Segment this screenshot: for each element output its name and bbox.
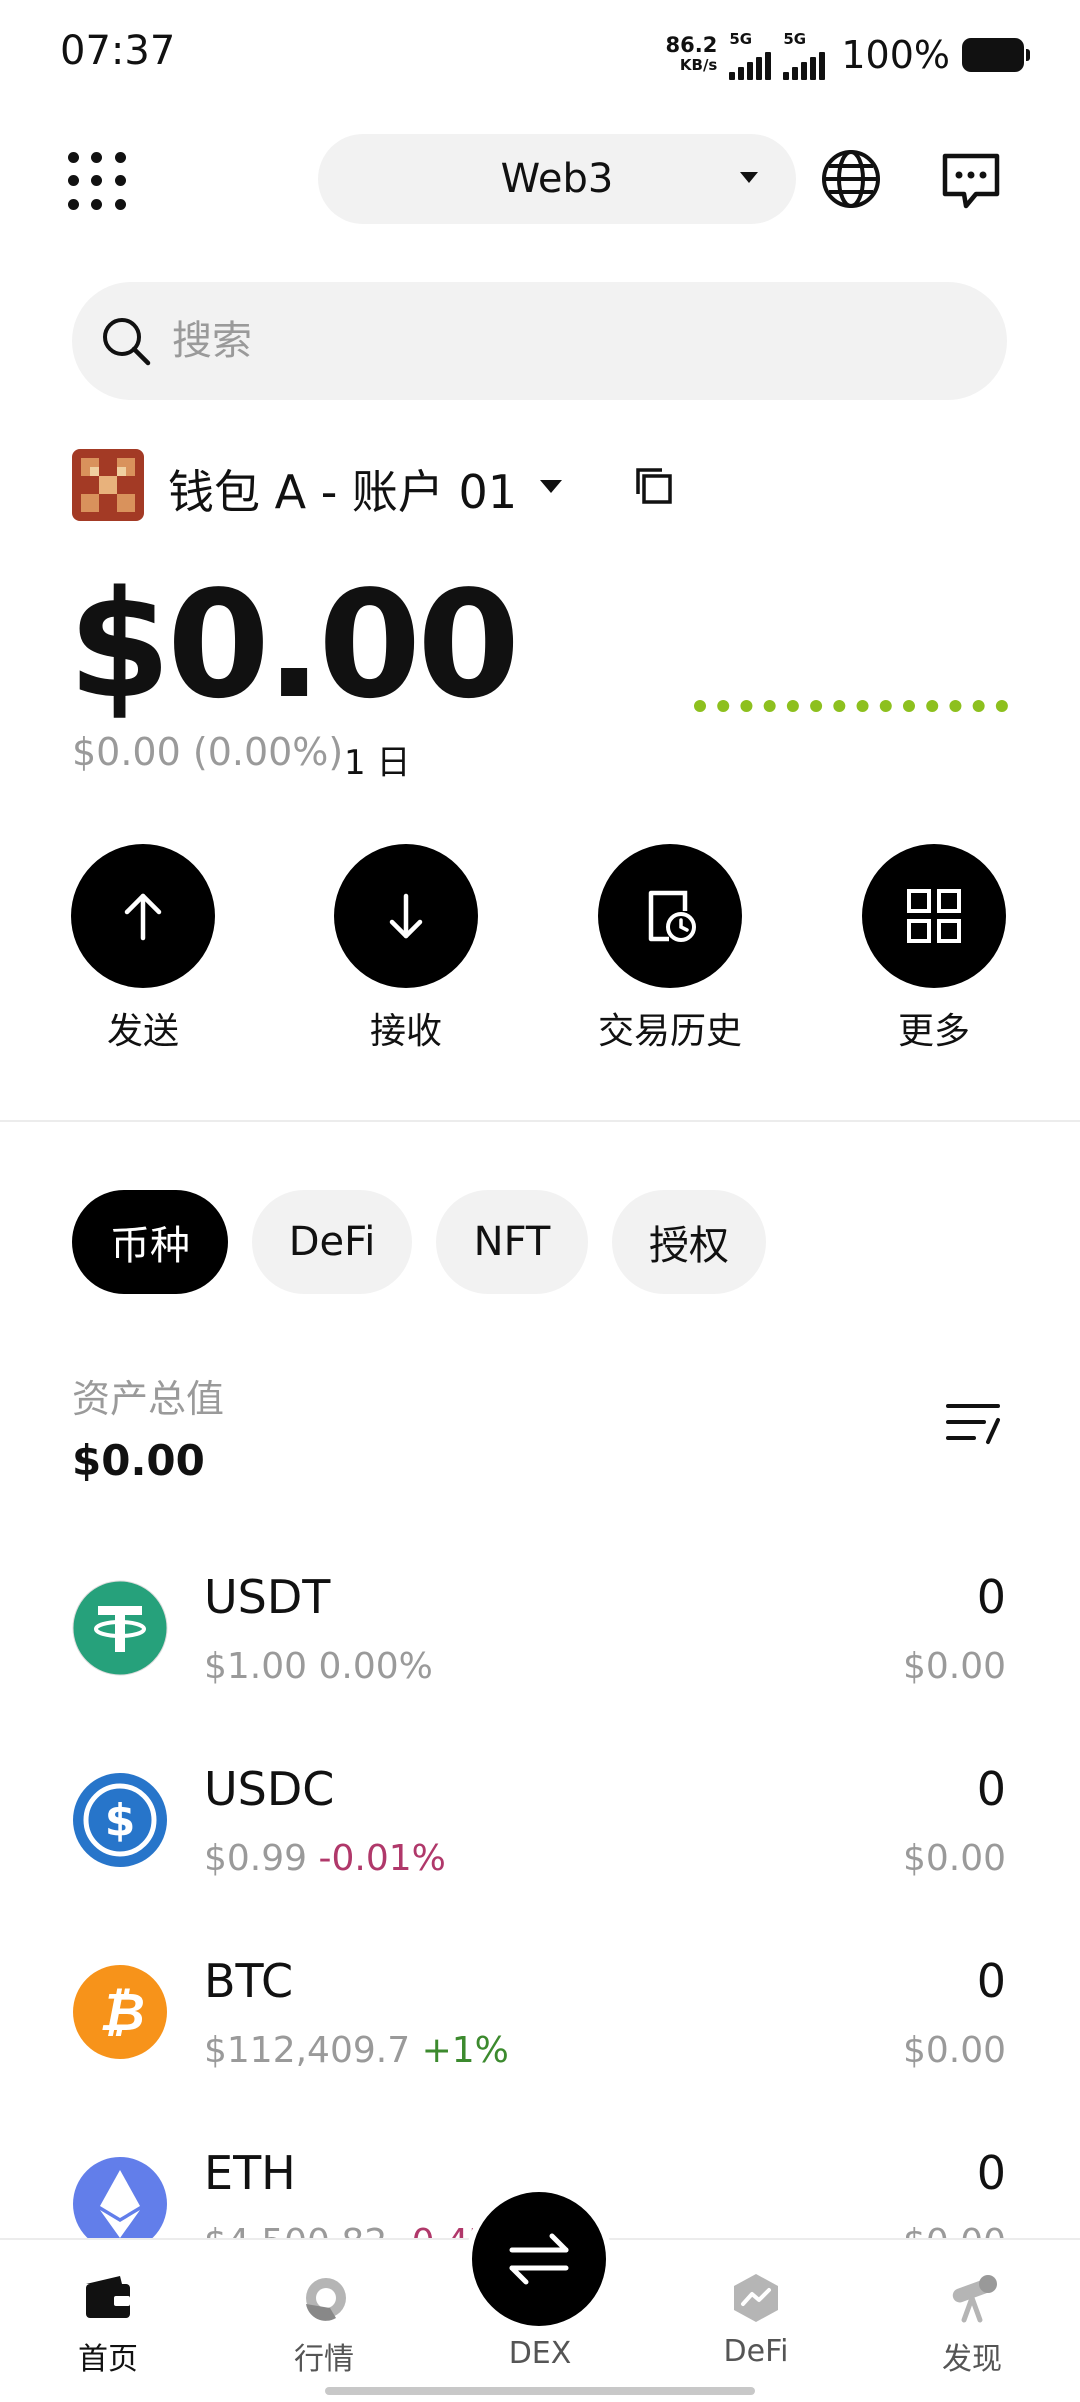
nav-market[interactable]: 行情: [254, 2270, 394, 2378]
token-row-usdc[interactable]: $ USDC $0.99 -0.01% 0 $0.00: [0, 1752, 1080, 1942]
nav-label: 首页: [78, 2342, 138, 2377]
arrow-up-icon: [124, 893, 162, 941]
usdc-icon: $: [73, 1773, 167, 1867]
nav-dex-label: DEX: [508, 2336, 572, 2371]
balance-sparkline: [694, 700, 1008, 724]
token-amount: 0: [976, 1954, 1006, 2008]
btc-icon: ₿: [73, 1965, 167, 2059]
net-speed-value: 86.2: [665, 33, 718, 57]
balance-period[interactable]: 1 日: [344, 735, 410, 784]
chevron-down-icon[interactable]: [540, 480, 562, 493]
net-speed: 86.2 KB/s: [666, 35, 718, 75]
nav-label: 发现: [942, 2342, 1002, 2377]
token-change: -0.01%: [318, 1838, 446, 1879]
battery-percent: 100%: [841, 33, 950, 77]
tab-approvals[interactable]: 授权: [612, 1190, 766, 1294]
token-symbol: BTC: [204, 1954, 294, 2008]
total-assets-value: $0.00: [72, 1436, 205, 1485]
token-change: +1%: [421, 2030, 509, 2071]
search-input[interactable]: [170, 317, 874, 365]
token-price: $112,409.7: [204, 2030, 411, 2071]
tab-tokens[interactable]: 币种: [72, 1190, 228, 1294]
token-price: $0.99: [204, 1838, 308, 1879]
total-balance: $0.00: [68, 559, 520, 731]
status-icons: 86.2 KB/s 5G 5G 100%: [666, 30, 1030, 80]
sort-icon[interactable]: [944, 1398, 1002, 1448]
receive-button[interactable]: 接收: [311, 844, 501, 1054]
tab-defi[interactable]: DeFi: [252, 1190, 412, 1294]
network-selector[interactable]: Web3: [318, 134, 796, 224]
tab-nft[interactable]: NFT: [436, 1190, 588, 1294]
token-amount: 0: [976, 2146, 1006, 2200]
search-bar[interactable]: [72, 282, 1007, 400]
token-value: $0.00: [902, 2030, 1006, 2071]
token-amount: 0: [976, 1570, 1006, 1624]
token-price: $1.00: [204, 1646, 308, 1687]
wallet-name[interactable]: 钱包 A - 账户 01: [168, 456, 517, 522]
signal-icon: 5G: [783, 30, 826, 80]
signal-icon: 5G: [729, 30, 772, 80]
home-indicator: [325, 2387, 755, 2395]
usdt-icon: [72, 1580, 168, 1676]
token-amount: 0: [976, 1762, 1006, 1816]
balance-change: $0.00 (0.00%): [72, 730, 344, 774]
nav-home[interactable]: 首页: [38, 2270, 178, 2378]
search-icon: [103, 318, 151, 366]
chevron-down-icon: [740, 172, 758, 183]
token-symbol: USDC: [204, 1762, 335, 1816]
grid-icon: [907, 889, 961, 943]
send-button[interactable]: 发送: [48, 844, 238, 1054]
svg-text:$: $: [105, 1795, 136, 1846]
more-label: 更多: [897, 1011, 970, 1052]
globe-icon[interactable]: [820, 148, 882, 210]
wallet-icon: [86, 2276, 130, 2318]
token-price-line: $0.99 -0.01%: [204, 1838, 446, 1879]
history-button[interactable]: 交易历史: [575, 844, 765, 1054]
send-label: 发送: [106, 1011, 179, 1052]
swap-icon: [509, 2233, 569, 2285]
grid-dots-icon[interactable]: [68, 152, 128, 212]
token-price-line: $112,409.7 +1%: [204, 2030, 509, 2071]
battery-icon: [962, 38, 1030, 72]
receive-label: 接收: [369, 1011, 442, 1052]
nav-label: DeFi: [723, 2334, 789, 2369]
history-icon: [648, 890, 696, 942]
defi-icon: [734, 2274, 778, 2322]
token-price-line: $1.00 0.00%: [204, 1646, 433, 1687]
sim1-label: 5G: [729, 30, 753, 48]
status-time: 07:37: [60, 28, 176, 74]
market-icon: [306, 2278, 346, 2321]
section-divider: [0, 1120, 1080, 1122]
history-label: 交易历史: [597, 1011, 742, 1052]
nav-discover[interactable]: 发现: [902, 2270, 1042, 2378]
token-symbol: USDT: [204, 1570, 331, 1624]
telescope-icon: [952, 2275, 997, 2323]
nav-label: 行情: [294, 2342, 354, 2377]
total-assets-label: 资产总值: [72, 1377, 225, 1421]
svg-text:₿: ₿: [99, 1983, 145, 2043]
token-value: $0.00: [902, 1838, 1006, 1879]
sim2-label: 5G: [783, 30, 807, 48]
token-change: 0.00%: [318, 1646, 433, 1687]
arrow-down-icon: [389, 893, 423, 939]
token-value: $0.00: [902, 1646, 1006, 1687]
net-speed-unit: KB/s: [679, 56, 718, 74]
dex-button[interactable]: [466, 2186, 612, 2332]
avatar[interactable]: [72, 449, 144, 521]
nav-defi[interactable]: DeFi: [686, 2270, 826, 2369]
message-icon[interactable]: [940, 150, 1002, 212]
token-row-btc[interactable]: ₿ BTC $112,409.7 +1% 0 $0.00: [0, 1944, 1080, 2134]
network-label: Web3: [500, 156, 614, 202]
more-button[interactable]: 更多: [839, 844, 1029, 1054]
copy-icon[interactable]: [632, 464, 674, 506]
token-symbol: ETH: [204, 2146, 296, 2200]
token-row-usdt[interactable]: USDT $1.00 0.00% 0 $0.00: [0, 1560, 1080, 1750]
